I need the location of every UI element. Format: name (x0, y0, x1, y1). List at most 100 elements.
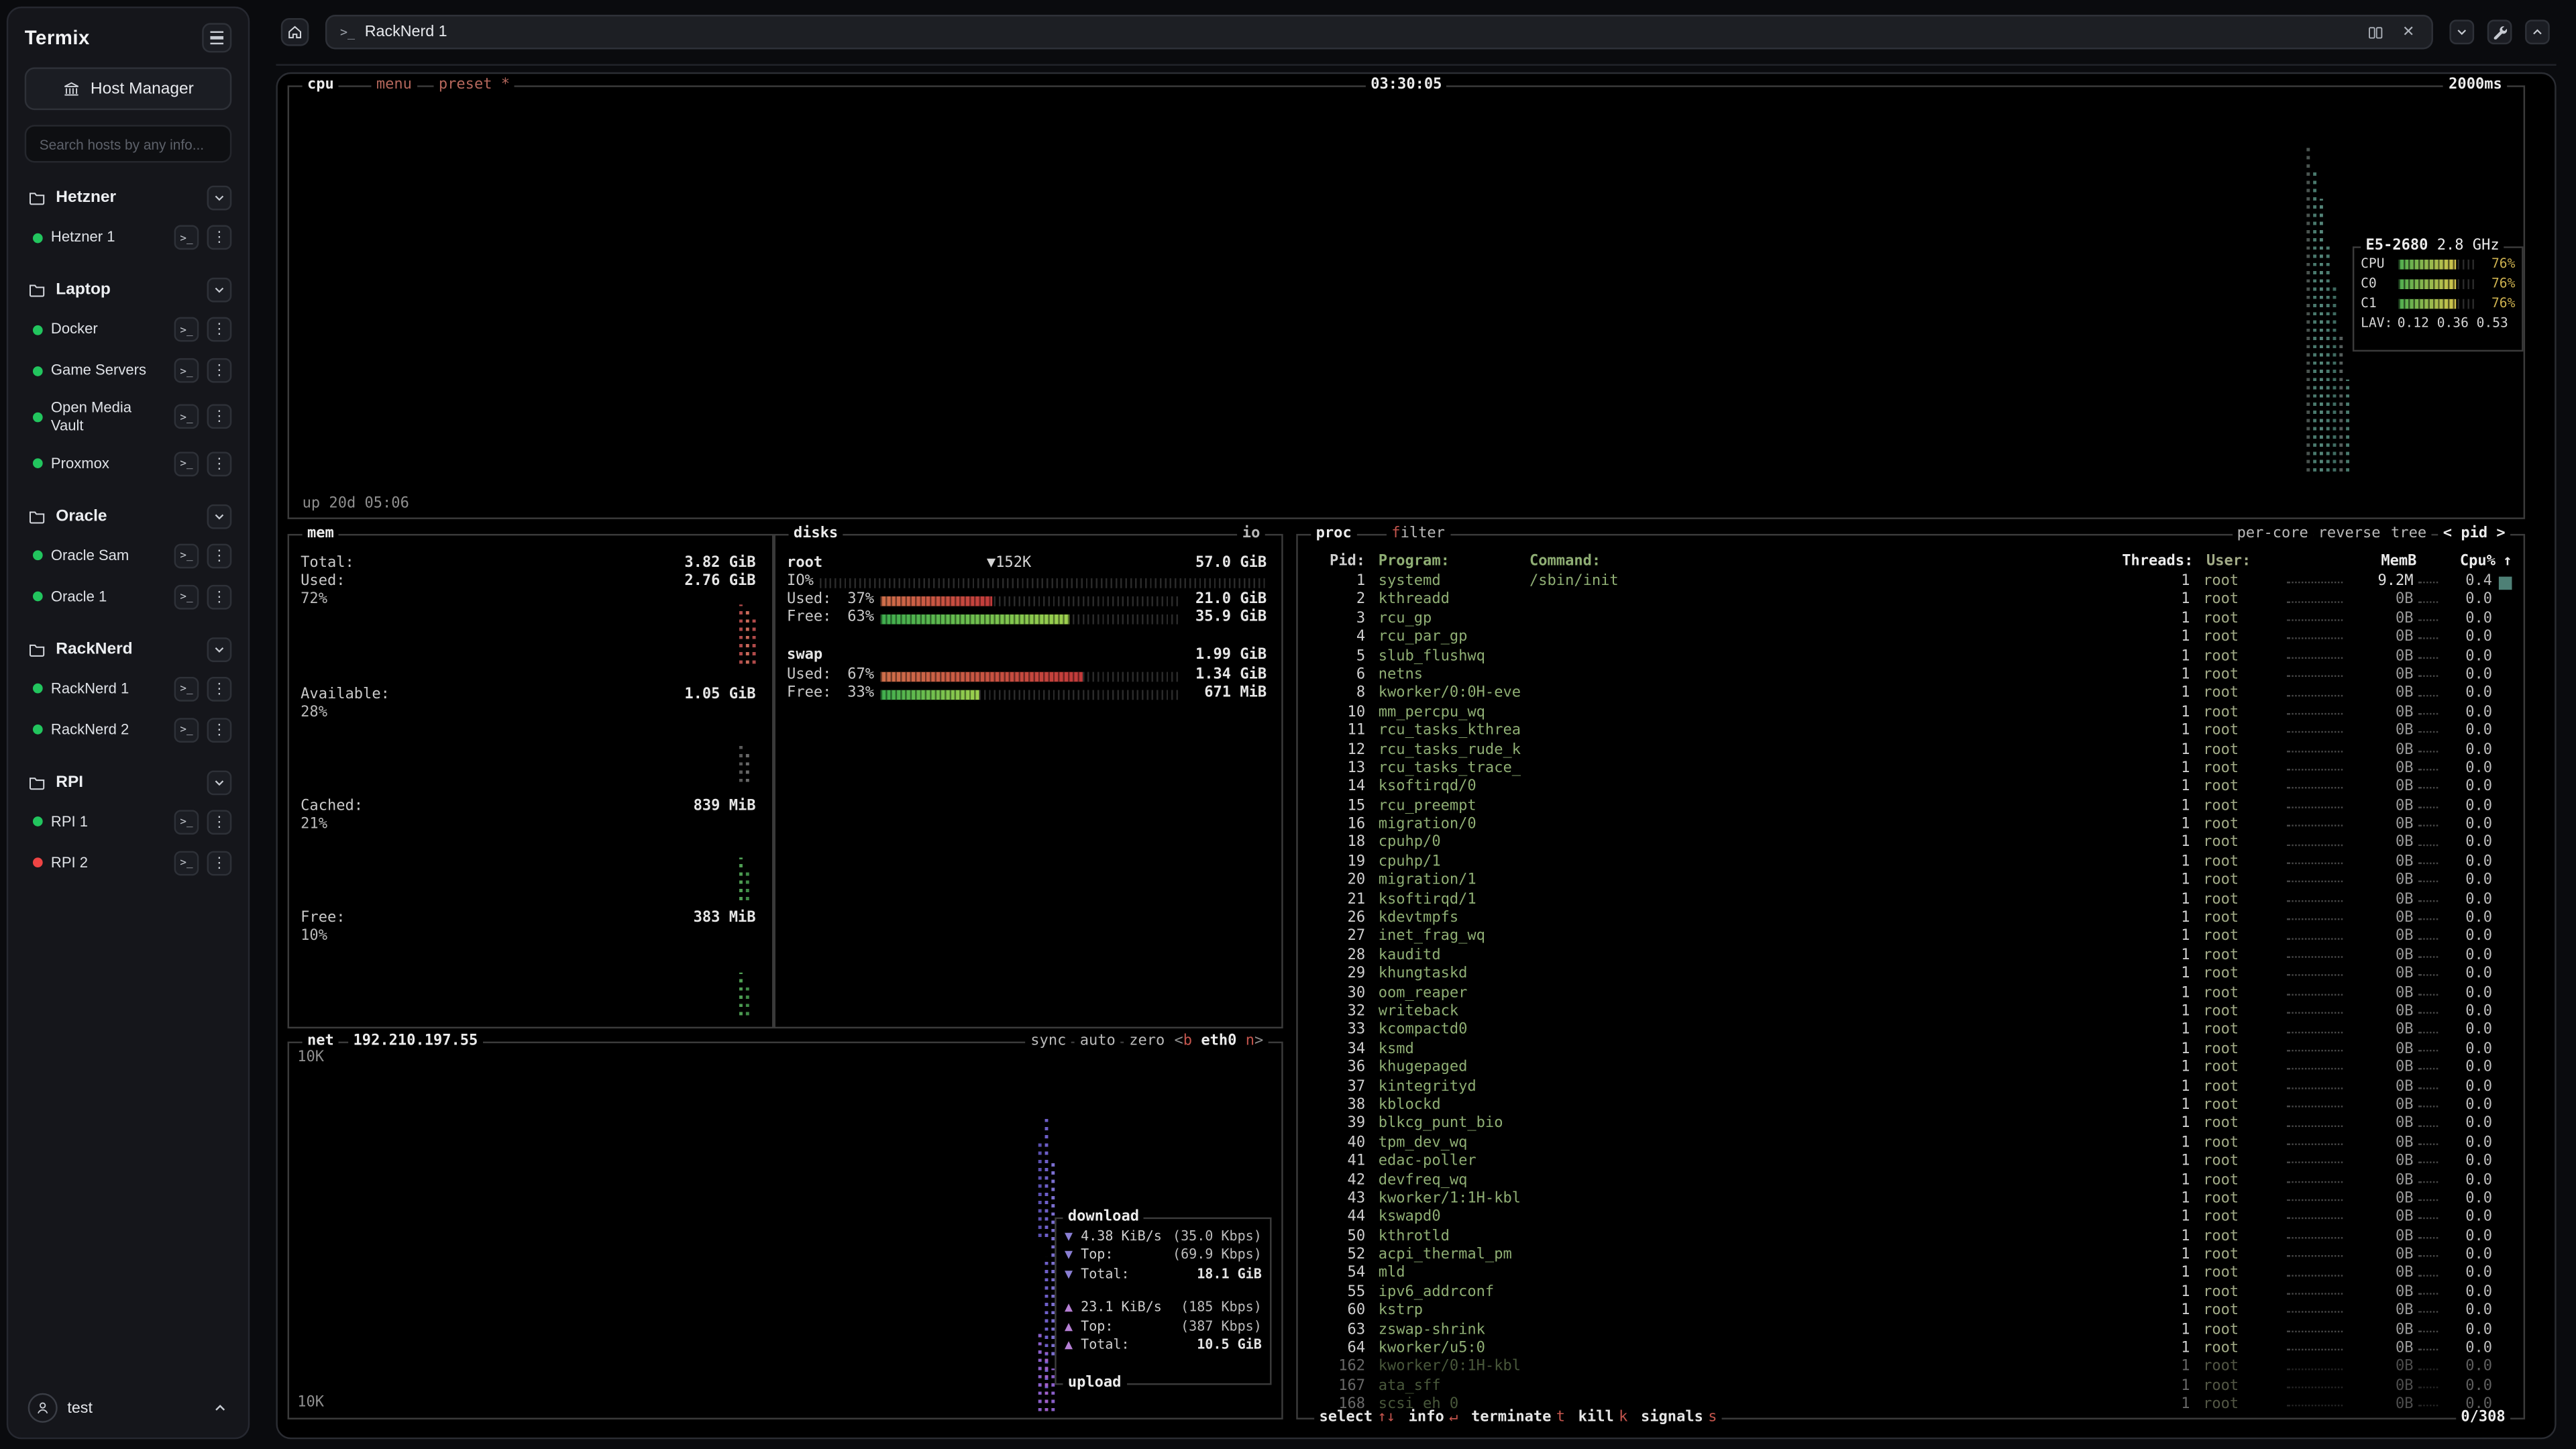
host-item[interactable]: Proxmox>_⋮ (21, 443, 235, 484)
open-terminal-button[interactable]: >_ (174, 358, 199, 383)
sidebar-menu-button[interactable] (202, 23, 231, 52)
proc-filter-button[interactable]: ffilterilter (1387, 526, 1450, 545)
net-zero-toggle[interactable]: zero (1124, 1033, 1170, 1052)
open-terminal-button[interactable]: >_ (174, 809, 199, 834)
proc-row[interactable]: 10mm_percpu_wq1root0B0.0 (1309, 704, 2512, 723)
proc-row[interactable]: 14ksoftirqd/01root0B0.0 (1309, 780, 2512, 798)
group-collapse-button[interactable] (207, 637, 232, 661)
proc-percore-toggle[interactable]: per-core (2232, 526, 2313, 545)
proc-row[interactable]: 52acpi_thermal_pm1root0B0.0 (1309, 1247, 2512, 1266)
host-item[interactable]: RackNerd 2>_⋮ (21, 709, 235, 750)
host-item[interactable]: RPI 2>_⋮ (21, 842, 235, 883)
host-menu-button[interactable]: ⋮ (207, 584, 232, 609)
proc-row[interactable]: 44kswapd01root0B0.0 (1309, 1210, 2512, 1228)
open-terminal-button[interactable]: >_ (174, 851, 199, 875)
proc-row[interactable]: 1systemd/sbin/init1root9.2M0.4 (1309, 574, 2512, 592)
proc-row[interactable]: 43kworker/1:1H-kbl1root0B0.0 (1309, 1191, 2512, 1210)
col-user[interactable]: User: (2206, 553, 2286, 572)
net-interface-selector[interactable]: <b eth0 n> (1169, 1033, 1268, 1052)
proc-row[interactable]: 36khugepaged1root0B0.0 (1309, 1060, 2512, 1079)
host-menu-button[interactable]: ⋮ (207, 676, 232, 701)
proc-footer-item[interactable]: select↑↓ (1320, 1409, 1396, 1428)
net-sync-toggle[interactable]: sync (1026, 1033, 1071, 1052)
host-menu-button[interactable]: ⋮ (207, 809, 232, 834)
disks-box-title[interactable]: disks (789, 526, 843, 545)
proc-row[interactable]: 167ata_sff1root0B0.0 (1309, 1378, 2512, 1397)
group-collapse-button[interactable] (207, 504, 232, 529)
host-menu-button[interactable]: ⋮ (207, 225, 232, 250)
proc-row[interactable]: 15rcu_preempt1root0B0.0 (1309, 798, 2512, 816)
proc-row[interactable]: 55ipv6_addrconf1root0B0.0 (1309, 1285, 2512, 1303)
group-header[interactable]: Oracle (21, 497, 235, 535)
host-item[interactable]: Open Media Vault>_⋮ (21, 391, 235, 443)
col-program[interactable]: Program: (1379, 553, 1529, 572)
proc-sort-selector[interactable]: < pid > (2438, 526, 2510, 545)
proc-row[interactable]: 21ksoftirqd/11root0B0.0 (1309, 892, 2512, 910)
preset-button[interactable]: preset * (434, 77, 515, 96)
host-item[interactable]: RackNerd 1>_⋮ (21, 668, 235, 709)
col-command[interactable]: Command: (1529, 553, 2118, 572)
proc-row[interactable]: 50kthrotld1root0B0.0 (1309, 1228, 2512, 1247)
admin-tools-button[interactable] (2487, 19, 2512, 44)
proc-row[interactable]: 63zswap-shrink1root0B0.0 (1309, 1322, 2512, 1341)
group-header[interactable]: Laptop (21, 271, 235, 309)
open-terminal-button[interactable]: >_ (174, 405, 199, 429)
host-item[interactable]: Docker>_⋮ (21, 309, 235, 350)
proc-row[interactable]: 18cpuhp/01root0B0.0 (1309, 835, 2512, 854)
host-menu-button[interactable]: ⋮ (207, 717, 232, 742)
close-tab-button[interactable]: ✕ (2399, 22, 2418, 42)
proc-row[interactable]: 60kstrp1root0B0.0 (1309, 1303, 2512, 1322)
chevron-up-icon[interactable] (212, 1400, 228, 1416)
host-item[interactable]: Oracle 1>_⋮ (21, 576, 235, 617)
proc-row[interactable]: 162kworker/0:1H-kbl1root0B0.0 (1309, 1359, 2512, 1378)
proc-row[interactable]: 33kcompactd01root0B0.0 (1309, 1022, 2512, 1041)
open-terminal-button[interactable]: >_ (174, 451, 199, 476)
panel-down-button[interactable] (2449, 19, 2474, 44)
host-item[interactable]: RPI 1>_⋮ (21, 801, 235, 842)
proc-row[interactable]: 16migration/01root0B0.0 (1309, 816, 2512, 835)
proc-row[interactable]: 6netns1root0B0.0 (1309, 667, 2512, 686)
proc-box-title[interactable]: proc (1311, 526, 1356, 545)
proc-row[interactable]: 32writeback1root0B0.0 (1309, 1004, 2512, 1022)
proc-row[interactable]: 37kintegrityd1root0B0.0 (1309, 1079, 2512, 1097)
proc-row[interactable]: 168scsi_eh_01root0B0.0 (1309, 1397, 2512, 1409)
proc-row[interactable]: 42devfreq_wq1root0B0.0 (1309, 1172, 2512, 1191)
open-terminal-button[interactable]: >_ (174, 584, 199, 609)
net-auto-toggle[interactable]: auto (1075, 1033, 1120, 1052)
sidebar-footer[interactable]: test (8, 1379, 248, 1438)
proc-row[interactable]: 19cpuhp/11root0B0.0 (1309, 854, 2512, 873)
group-collapse-button[interactable] (207, 186, 232, 211)
proc-row[interactable]: 12rcu_tasks_rude_k1root0B0.0 (1309, 742, 2512, 761)
host-item[interactable]: Oracle Sam>_⋮ (21, 535, 235, 576)
host-menu-button[interactable]: ⋮ (207, 405, 232, 429)
panel-up-button[interactable] (2525, 19, 2550, 44)
group-header[interactable]: RackNerd (21, 630, 235, 667)
menu-button[interactable]: menu (371, 77, 417, 96)
proc-reverse-toggle[interactable]: reverse (2313, 526, 2385, 545)
terminal-panel[interactable]: cpu menu preset * 03:30:05 2000ms E5-268… (276, 72, 2556, 1440)
host-menu-button[interactable]: ⋮ (207, 451, 232, 476)
col-mem[interactable]: MemB (2351, 553, 2416, 572)
group-collapse-button[interactable] (207, 278, 232, 303)
open-terminal-button[interactable]: >_ (174, 676, 199, 701)
host-menu-button[interactable]: ⋮ (207, 317, 232, 342)
open-terminal-button[interactable]: >_ (174, 717, 199, 742)
host-menu-button[interactable]: ⋮ (207, 358, 232, 383)
proc-row[interactable]: 20migration/11root0B0.0 (1309, 873, 2512, 892)
open-terminal-button[interactable]: >_ (174, 317, 199, 342)
host-menu-button[interactable]: ⋮ (207, 543, 232, 568)
group-header[interactable]: Hetzner (21, 179, 235, 217)
open-terminal-button[interactable]: >_ (174, 543, 199, 568)
proc-row[interactable]: 13rcu_tasks_trace_1root0B0.0 (1309, 761, 2512, 780)
mem-box-title[interactable]: mem (303, 526, 339, 545)
host-manager-button[interactable]: Host Manager (25, 67, 232, 110)
proc-footer-item[interactable]: terminatet (1471, 1409, 1565, 1428)
col-cpu[interactable]: Cpu% (2447, 553, 2496, 572)
proc-row[interactable]: 11rcu_tasks_kthrea1root0B0.0 (1309, 723, 2512, 742)
io-mode-toggle[interactable]: io (1237, 526, 1265, 545)
proc-row[interactable]: 8kworker/0:0H-eve1root0B0.0 (1309, 686, 2512, 704)
col-pid[interactable]: Pid: (1309, 553, 1365, 572)
proc-row[interactable]: 3rcu_gp1root0B0.0 (1309, 610, 2512, 629)
proc-tree-toggle[interactable]: tree (2386, 526, 2432, 545)
proc-row[interactable]: 4rcu_par_gp1root0B0.0 (1309, 629, 2512, 648)
